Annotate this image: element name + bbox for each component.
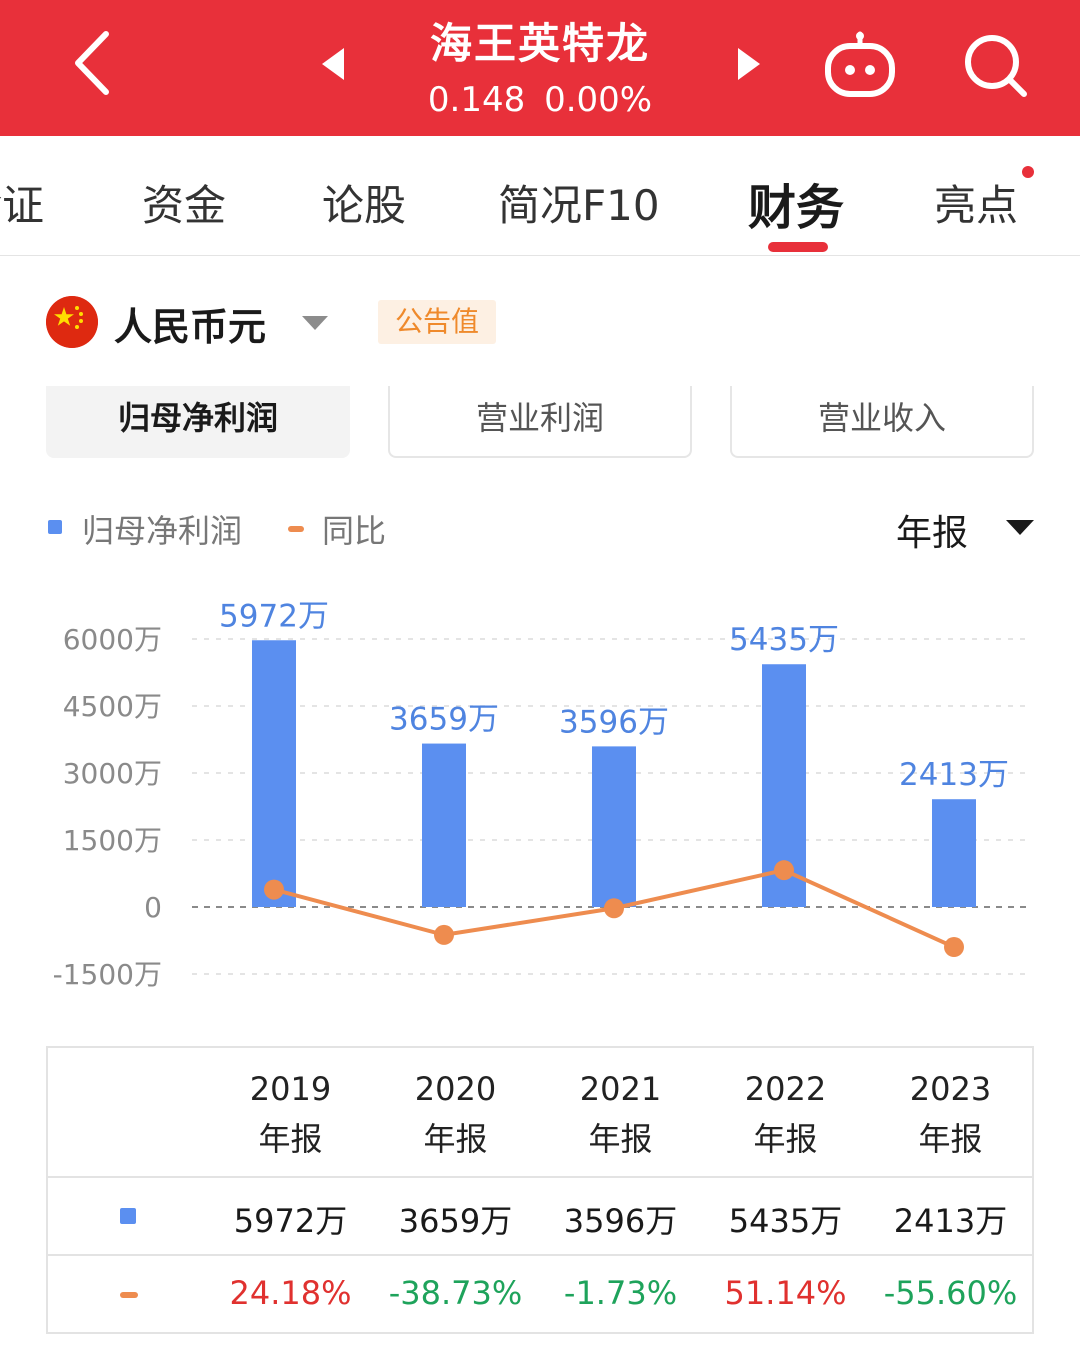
bar xyxy=(422,743,466,907)
y-tick-label: 1500万 xyxy=(63,824,162,857)
table-header-cell: 2020 年报 xyxy=(414,1070,497,1158)
table-cell: -55.60% xyxy=(883,1274,1018,1312)
segment-operating-profit[interactable]: 营业利润 xyxy=(388,386,692,458)
table-header-cell: 2023 年报 xyxy=(909,1070,992,1158)
table-cell: -38.73% xyxy=(388,1274,523,1312)
back-icon[interactable] xyxy=(62,28,126,98)
legend-line-swatch xyxy=(288,526,304,532)
yoy-point xyxy=(264,879,284,900)
tab-finance[interactable]: 财务 xyxy=(748,168,844,238)
tab-bar: 诊证 资金 论股 简况F10 财务 亮点 xyxy=(0,136,1080,256)
bar-value-label: 2413万 xyxy=(899,757,1009,793)
bar-value-label: 3596万 xyxy=(559,704,669,740)
table-cell: 2413万 xyxy=(893,1202,1008,1240)
table-cell: 5435万 xyxy=(728,1202,843,1240)
notification-dot xyxy=(1022,166,1034,178)
period-selector[interactable]: 年报 xyxy=(896,504,968,556)
table-cell: 51.14% xyxy=(724,1274,847,1312)
yoy-point xyxy=(944,937,964,958)
robot-assistant-icon[interactable] xyxy=(822,30,898,100)
y-tick-label: 4500万 xyxy=(63,690,162,723)
tab-funds[interactable]: 资金 xyxy=(142,172,226,233)
y-tick-label: 0 xyxy=(144,891,162,924)
legend-bar-swatch xyxy=(48,520,62,534)
segment-revenue[interactable]: 营业收入 xyxy=(730,386,1034,458)
bar xyxy=(252,640,296,907)
table-row-profit: 5972万 3659万 3596万 5435万 2413万 xyxy=(48,1178,1032,1256)
search-icon[interactable] xyxy=(960,32,1030,98)
currency-selector[interactable]: 人民币元 xyxy=(114,296,266,351)
active-tab-indicator xyxy=(768,242,828,252)
table-cell: 3596万 xyxy=(563,1202,678,1240)
chevron-down-icon[interactable] xyxy=(302,316,328,330)
stock-name: 海王英特龙 xyxy=(429,19,650,68)
y-tick-label: 6000万 xyxy=(63,623,162,656)
tab-discussion[interactable]: 论股 xyxy=(322,172,406,233)
table-row-yoy: 24.18% -38.73% -1.73% 51.14% -55.60% xyxy=(48,1256,1032,1334)
yoy-point xyxy=(774,860,794,881)
tab-zhenzheng[interactable]: 诊证 xyxy=(0,172,44,233)
table-cell: 5972万 xyxy=(233,1202,348,1240)
bar-value-label: 5435万 xyxy=(729,622,839,658)
prev-stock-icon[interactable] xyxy=(318,44,348,84)
bar xyxy=(592,746,636,907)
legend-yoy: 同比 xyxy=(322,512,387,550)
table-cell: -1.73% xyxy=(563,1274,678,1312)
table-header-cell: 2019 年报 xyxy=(249,1070,332,1158)
y-tick-label: 3000万 xyxy=(63,757,162,790)
finance-table: 2019 年报 2020 年报 2021 年报 2022 年报 2023 年报 5972万… xyxy=(46,1046,1034,1334)
tab-f10[interactable]: 简况F10 xyxy=(498,172,660,233)
china-flag-icon xyxy=(46,296,98,348)
segment-net-profit[interactable]: 归母净利润 xyxy=(46,386,350,458)
table-header-cell: 2021 年报 xyxy=(579,1070,662,1158)
y-tick-label: -1500万 xyxy=(53,958,162,991)
yoy-point xyxy=(434,924,454,945)
yoy-point xyxy=(604,898,624,919)
bar-value-label: 3659万 xyxy=(389,702,499,738)
legend-net-profit: 归母净利润 xyxy=(82,512,243,550)
stock-price: 0.148 xyxy=(427,80,526,120)
announcement-badge: 公告值 xyxy=(378,300,496,344)
table-cell: 24.18% xyxy=(229,1274,352,1312)
stock-quote: 0.148 0.00% xyxy=(360,80,720,120)
stock-header: 海王英特龙 0.148 0.00% xyxy=(0,0,1080,136)
caret-down-icon[interactable] xyxy=(1006,520,1034,535)
net-profit-chart: 6000万 4500万 3000万 1500万 0 -1500万 5972万 3659万 359… xyxy=(53,598,1028,991)
profit-row-swatch xyxy=(120,1208,136,1224)
tab-highlights[interactable]: 亮点 xyxy=(934,172,1018,233)
bar-value-label: 5972万 xyxy=(219,598,329,634)
bar xyxy=(932,799,976,907)
yoy-row-swatch xyxy=(120,1292,138,1298)
next-stock-icon[interactable] xyxy=(734,44,764,84)
table-cell: 3659万 xyxy=(398,1202,513,1240)
table-header-row: 2019 年报 2020 年报 2021 年报 2022 年报 2023 年报 xyxy=(48,1048,1032,1178)
table-header-cell: 2022 年报 xyxy=(744,1070,827,1158)
stock-change: 0.00% xyxy=(544,80,653,120)
